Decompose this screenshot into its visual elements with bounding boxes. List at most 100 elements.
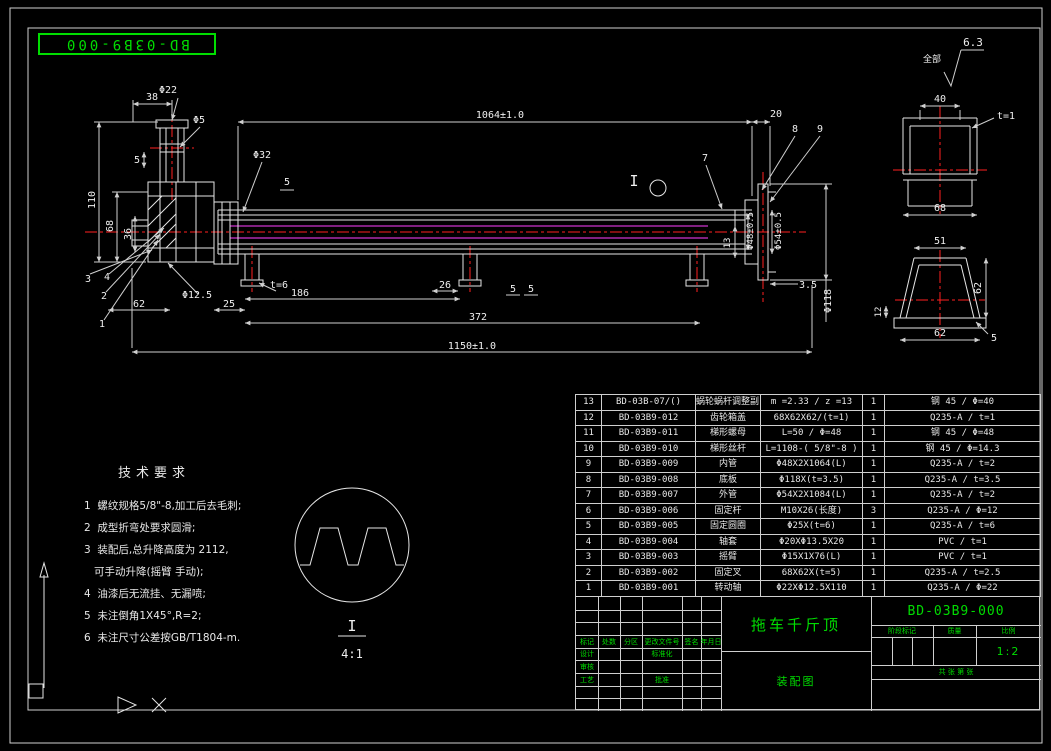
bom-cell-mat: Q235-A / t=2 [885,457,1041,473]
bom-cell-qty: 1 [863,550,885,566]
bom-cell-code: BD-03B9-008 [602,473,696,489]
bom-cell-name: 梯形螺母 [696,426,761,442]
dim-62: 62 [133,299,145,310]
dim-5-neck: 5 [284,177,290,188]
bom-cell-mat: Q235-A / t=3.5 [885,473,1041,489]
title-block: 拖车千斤顶 装配图 BD-03B9-000 阶段标记 质量 比例 1:2 共 张… [575,596,1040,710]
bom-cell-spec: Φ22XΦ12.5X110 [761,581,863,597]
bom-cell-code: BD-03B9-002 [602,566,696,582]
surface-roughness-scope: 全部 [923,53,941,65]
dim-9: 9 [817,124,823,135]
dim-7: 7 [702,153,708,164]
v1-dim-68: 68 [934,203,946,214]
detail-scale: 4:1 [341,647,363,661]
tech-item: 2 成型折弯处要求圆滑; [84,517,334,539]
dim-25: 25 [223,299,235,310]
surface-roughness-value: 6.3 [963,36,983,49]
bom-cell-qty: 1 [863,473,885,489]
title-block-sheet-type: 装配图 [721,651,871,711]
bom-cell-qty: 1 [863,535,885,551]
bom-cell-mat: Q235-A / t=1 [885,411,1041,427]
bom-cell-no: 3 [576,550,602,566]
bom-cell-no: 4 [576,535,602,551]
title-block-drawing-number: BD-03B9-000 [871,597,1041,625]
dim-phi118: Φ118 [823,289,834,313]
bom-cell-mat: 钢 45 / Φ=48 [885,426,1041,442]
bom-cell-name: 固定杆 [696,504,761,520]
dim-372: 372 [469,312,487,323]
title-block-audit-label: 审核 [576,660,598,673]
bom-cell-qty: 1 [863,457,885,473]
bom-cell-name: 蜗轮蜗杆调整副(左/右) [696,395,761,411]
bom-cell-name: 转动轴 [696,581,761,597]
bom-cell-spec: L=50 / Φ=48 [761,426,863,442]
bom-cell-code: BD-03B9-012 [602,411,696,427]
bom-cell-name: 摇臂 [696,550,761,566]
title-block-stage-label: 阶段标记 [871,625,933,637]
dim-110: 110 [87,191,98,209]
tech-item: 1 螺纹规格5/8"-8,加工后去毛刺; [84,495,334,517]
bom-cell-spec: Φ118X(t=3.5) [761,473,863,489]
v1-dim-40: 40 [934,94,946,105]
bom-cell-mat: PVC / t=1 [885,550,1041,566]
balloon-1: 1 [99,319,105,330]
detail-callout-letter: I [629,172,638,190]
tech-items: 1 螺纹规格5/8"-8,加工后去毛刺;2 成型折弯处要求圆滑;3 装配后,总升… [84,495,334,649]
dim-13: 13 [723,238,733,249]
bom-cell-name: 固定圆圈 [696,519,761,535]
bom-cell-no: 13 [576,395,602,411]
main-view-linework [132,120,776,286]
dim-phi48: Φ48±0.5 [746,212,756,250]
bom-cell-spec: Φ54X2X1084(L) [761,488,863,504]
bom-cell-code: BD-03B9-004 [602,535,696,551]
balloon-4: 4 [104,272,110,283]
bom-cell-qty: 1 [863,395,885,411]
bom-cell-spec: m =2.33 / z =13 [761,395,863,411]
bom-cell-code: BD-03B9-010 [602,442,696,458]
bom-cell-name: 梯形丝杆 [696,442,761,458]
title-block-mark-label: 标记 [576,635,598,648]
bom-cell-code: BD-03B9-006 [602,504,696,520]
bom-cell-code: BD-03B9-003 [602,550,696,566]
bom-cell-qty: 1 [863,426,885,442]
tech-item: 可手动升降(摇臂 手动); [84,561,334,583]
dim-t6: t=6 [270,280,288,291]
dim-20: 20 [770,109,782,120]
dim-phi54: Φ54±0.5 [774,212,784,250]
title-block-standard-label: 标准化 [642,648,682,660]
tech-item: 4 油漆后无流挂、无漏喷; [84,583,334,605]
v1-dim-t1: t=1 [997,111,1015,122]
bom-cell-no: 9 [576,457,602,473]
bom-cell-qty: 1 [863,411,885,427]
dim-186: 186 [291,288,309,299]
bom-cell-spec: 68X62X(t=5) [761,566,863,582]
dim-26: 26 [439,280,451,291]
bom-cell-no: 5 [576,519,602,535]
bom-cell-qty: 1 [863,581,885,597]
v2-dim-62b: 62 [934,328,946,339]
bom-cell-code: BD-03B9-011 [602,426,696,442]
bom-cell-qty: 1 [863,566,885,582]
v2-dim-62r: 62 [973,282,984,294]
dim-5-cap: 5 [134,155,140,166]
balloon-3: 3 [85,274,91,285]
centerlines [85,104,987,338]
title-block-scale-label: 比例 [976,625,1041,637]
bom-cell-mat: PVC / t=1 [885,535,1041,551]
bom-cell-spec: M10X26(长度) [761,504,863,520]
bom-cell-spec: Φ15X1X76(L) [761,550,863,566]
title-block-approve-label: 批准 [642,673,682,686]
bom-cell-code: BD-03B9-009 [602,457,696,473]
dim-1150: 1150±1.0 [448,341,496,352]
bom-cell-qty: 3 [863,504,885,520]
bom-cell-name: 固定叉 [696,566,761,582]
bom-cell-spec: Φ20XΦ13.5X20 [761,535,863,551]
bom-cell-mat: Q235-A / Φ=22 [885,581,1041,597]
technical-requirements: 技术要求 1 螺纹规格5/8"-8,加工后去毛刺;2 成型折弯处要求圆滑;3 装… [84,462,334,649]
dim-phi12-5: Φ12.5 [182,290,212,301]
bom-cell-mat: 钢 45 / Φ=40 [885,395,1041,411]
v2-dim-51: 51 [934,236,946,247]
bom-cell-mat: Q235-A / t=6 [885,519,1041,535]
title-block-sheets-label: 共 张 第 张 [871,665,1041,679]
v2-dim-12: 12 [874,307,884,318]
